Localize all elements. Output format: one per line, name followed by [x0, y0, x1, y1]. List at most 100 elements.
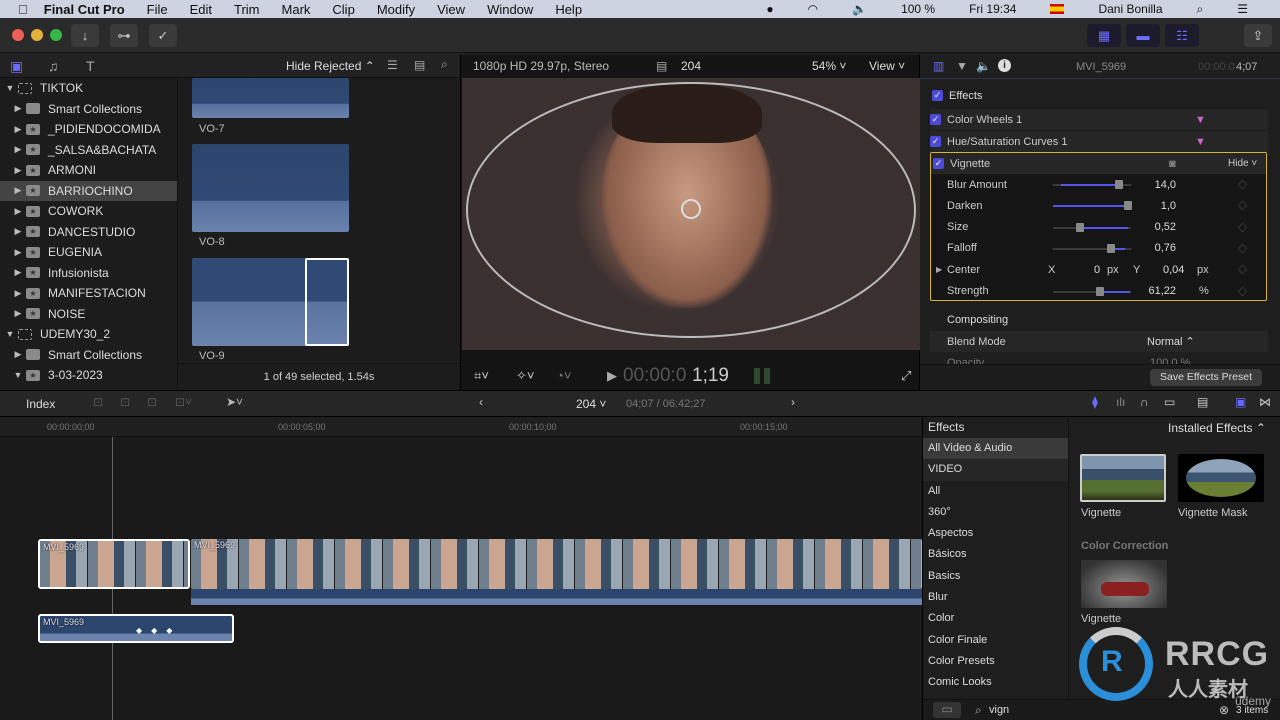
select-tool-icon[interactable]: ➤˅	[226, 395, 243, 409]
sidebar-item[interactable]: ▶ ★ _SALSA&BACHATA	[0, 140, 177, 161]
filmstrip-icon[interactable]: ▤	[414, 58, 425, 72]
vignette-header[interactable]: ✓ Vignette ◙ Hide ˅	[931, 153, 1266, 174]
append-clip-icon[interactable]: ⊡	[147, 395, 157, 409]
control-center-icon[interactable]: ☰	[1237, 2, 1248, 16]
effect-category[interactable]: Color Finale	[923, 630, 1068, 651]
fullscreen-icon[interactable]: ⤢	[901, 362, 911, 390]
menu-trim[interactable]: Trim	[234, 2, 260, 17]
menu-modify[interactable]: Modify	[377, 2, 415, 17]
show-inspector-button[interactable]: ☷	[1165, 24, 1199, 47]
installed-effects-dropdown[interactable]: Installed Effects ⌃	[1168, 421, 1266, 435]
center-x-value[interactable]: 0	[1094, 264, 1100, 276]
slider-knob[interactable]	[1106, 243, 1115, 253]
clear-search-icon[interactable]: ⊗	[1219, 703, 1229, 717]
param-value[interactable]: 0,76	[1155, 242, 1176, 254]
effect-category[interactable]: VIDEO	[923, 459, 1068, 481]
timeline-project-dropdown[interactable]: 204 ˅	[576, 397, 606, 411]
disclosure-open-icon[interactable]: ▼	[10, 370, 26, 380]
range-selection[interactable]	[305, 258, 349, 346]
next-icon[interactable]: ›	[791, 395, 795, 409]
battery-label[interactable]: 100 %	[901, 2, 935, 16]
effects-checkbox[interactable]: ✓	[932, 90, 943, 101]
transform-icon[interactable]: ⌗˅	[474, 362, 489, 390]
disclosure-closed-icon[interactable]: ▶	[10, 226, 26, 237]
connect-clip-icon[interactable]: ⊡	[93, 395, 103, 409]
wifi-icon[interactable]: ◠	[808, 2, 818, 16]
effect-thumbnail-color-correction-vignette[interactable]	[1081, 560, 1167, 608]
disclosure-closed-icon[interactable]: ▶	[10, 349, 26, 360]
param-value[interactable]: 61,22	[1148, 285, 1176, 297]
audio-inspector-icon[interactable]: 🔈	[976, 59, 991, 73]
keyframe-button[interactable]	[1237, 179, 1248, 190]
disclosure-closed-icon[interactable]: ▶	[10, 206, 26, 217]
effect-row-hue-sat[interactable]: ✓ Hue/Saturation Curves 1 ▼	[930, 131, 1268, 152]
effect-category[interactable]: All Video & Audio	[923, 438, 1068, 460]
menu-file[interactable]: File	[147, 2, 168, 17]
param-slider[interactable]	[1053, 201, 1132, 211]
audio-lanes-icon[interactable]: ⧫	[1092, 395, 1098, 409]
timeline-clip-selected[interactable]: MVI_5969	[38, 539, 190, 589]
disclosure-closed-icon[interactable]: ▶	[10, 144, 26, 155]
enhance-icon[interactable]: ✧˅	[516, 362, 534, 390]
menu-edit[interactable]: Edit	[190, 2, 212, 17]
effect-category[interactable]: Basics	[923, 566, 1068, 587]
keyframe-button[interactable]	[1237, 200, 1248, 211]
sidebar-item[interactable]: ▶ ★ BARRIOCHINO	[0, 180, 177, 201]
search-icon[interactable]: ⌕	[441, 57, 448, 72]
sidebar-item[interactable]: ▶ ★ Infusionista	[0, 263, 177, 284]
share-button[interactable]: ⇪	[1244, 24, 1272, 47]
param-slider[interactable]	[1053, 222, 1131, 232]
timeline-ruler[interactable]: 00:00:00;00 00:00:05;00 00:00:10;00 00:0…	[0, 417, 922, 437]
zoom-dropdown[interactable]: 54% ˅	[812, 55, 846, 78]
overwrite-clip-icon[interactable]: ⊡˅	[175, 395, 192, 409]
effects-browser-icon[interactable]: ▣	[1235, 395, 1246, 409]
menu-window[interactable]: Window	[487, 2, 533, 17]
spotlight-icon[interactable]: ⌕	[1197, 2, 1204, 17]
disclosure-closed-icon[interactable]: ▶	[10, 267, 26, 278]
volume-icon[interactable]: 🔈	[852, 2, 867, 16]
effect-checkbox[interactable]: ✓	[930, 136, 941, 147]
effect-thumbnail-vignette-mask[interactable]	[1178, 454, 1264, 502]
effect-category[interactable]: Aspectos	[923, 523, 1068, 544]
effect-category[interactable]: All	[923, 481, 1068, 502]
effect-category[interactable]: Comic Looks	[923, 672, 1068, 693]
disclosure-open-icon[interactable]: ▼	[2, 329, 18, 339]
snapping-icon[interactable]: ▭	[1164, 395, 1175, 409]
mask-icon[interactable]: ◙	[1169, 158, 1176, 170]
effect-category[interactable]: Color	[923, 608, 1068, 629]
param-slider[interactable]	[1053, 180, 1131, 189]
blend-mode-dropdown[interactable]: Normal ⌃	[1147, 335, 1195, 348]
clip-appearance-icon[interactable]: ☰	[387, 58, 398, 72]
effects-search-input[interactable]: vign	[989, 704, 1009, 716]
center-y-value[interactable]: 0,04	[1163, 264, 1184, 276]
menu-clip[interactable]: Clip	[332, 2, 354, 17]
effect-category[interactable]: Blur	[923, 587, 1068, 608]
connected-audio-clip[interactable]: MVI_5969 ◆◆◆	[38, 614, 234, 643]
apple-icon[interactable]: 	[18, 2, 28, 17]
transitions-browser-icon[interactable]: ⋈	[1259, 395, 1271, 409]
zoom-window-button[interactable]	[50, 29, 62, 41]
clip-thumbnail[interactable]	[192, 78, 349, 118]
slider-knob[interactable]	[1123, 201, 1132, 211]
waveform-icon[interactable]: ılı	[1116, 395, 1125, 409]
disclosure-closed-icon[interactable]: ▶	[10, 103, 26, 114]
photos-audio-icon[interactable]: ♫	[48, 58, 59, 74]
slider-knob[interactable]	[1095, 286, 1104, 296]
info-icon[interactable]: i	[998, 59, 1011, 72]
previous-icon[interactable]: ‹	[479, 395, 483, 409]
timeline-clip[interactable]: MVI_5969	[191, 539, 922, 605]
sidebar-item[interactable]: ▶ Smart Collections	[0, 345, 177, 366]
sidebar-item[interactable]: ▶ ★ MANIFESTACION	[0, 283, 177, 304]
show-browser-button[interactable]: ▦	[1087, 24, 1121, 47]
effect-checkbox[interactable]: ✓	[930, 114, 941, 125]
effect-row-color-wheels[interactable]: ✓ Color Wheels 1 ▼	[930, 109, 1268, 130]
disclosure-closed-icon[interactable]: ▶	[936, 265, 942, 274]
background-tasks-button[interactable]: ✓	[149, 24, 177, 47]
sidebar-item[interactable]: ▼ UDEMY30_2	[0, 324, 177, 345]
keyframe-button[interactable]	[1237, 222, 1248, 233]
save-effects-preset-button[interactable]: Save Effects Preset	[1150, 369, 1262, 386]
headphones-icon[interactable]: ∩	[1140, 395, 1149, 409]
menu-help[interactable]: Help	[555, 2, 582, 17]
disclosure-open-icon[interactable]: ▼	[2, 83, 18, 93]
sidebar-item[interactable]: ▶ ★ COWORK	[0, 201, 177, 222]
